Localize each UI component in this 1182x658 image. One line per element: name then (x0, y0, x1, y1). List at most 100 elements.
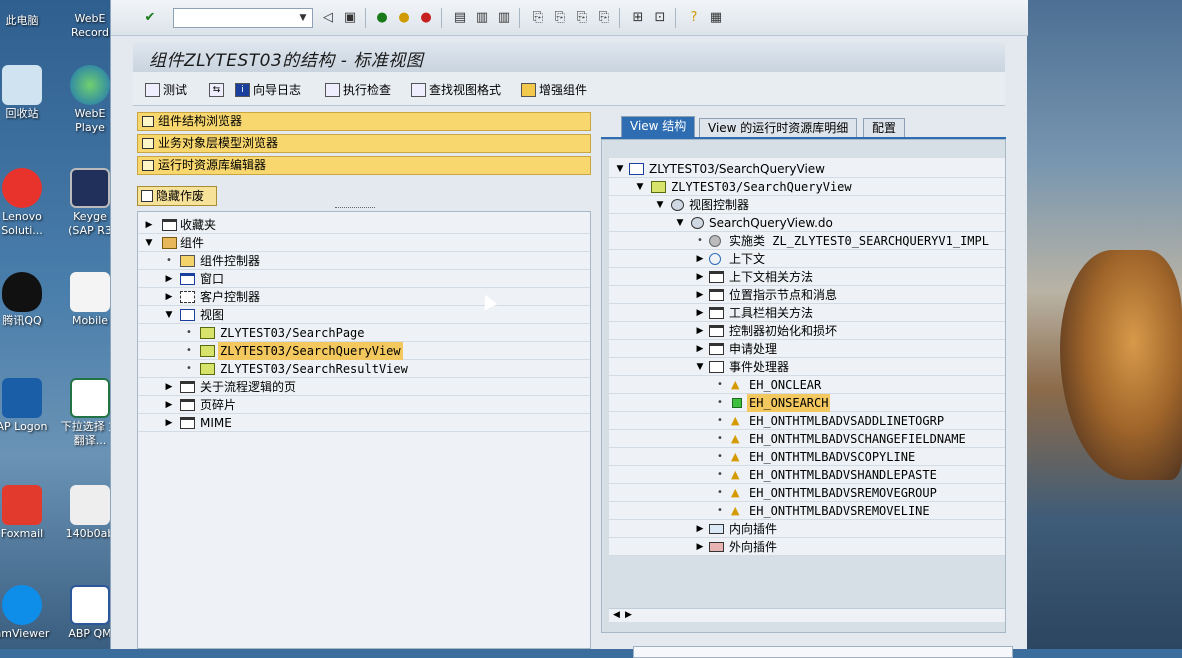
run-check-button[interactable]: 执行检查 (325, 80, 391, 100)
tab-runtime-repository[interactable]: View 的运行时资源库明细 (699, 118, 858, 138)
tree-node-event[interactable]: • ▲ EH_ONTHTMLBADVSHANDLEPASTE (609, 466, 1005, 484)
find-next-icon[interactable]: ▥ (495, 9, 513, 27)
tree-node-outbound-plugs[interactable]: ▶ 外向插件 (609, 538, 1005, 556)
tree-node-component[interactable]: ▼ 组件 (138, 234, 590, 252)
back-arrow-icon[interactable]: ◁ (319, 9, 337, 27)
tree-node-impl-class[interactable]: • 实施类 ZL_ZLYTEST0_SEARCHQUERYV1_IMPL (609, 232, 1005, 250)
desktop-icon-teamviewer[interactable]: amViewer (0, 585, 52, 641)
tree-node-event-handlers[interactable]: ▼ 事件处理器 (609, 358, 1005, 376)
hide-obsolete-button[interactable]: 隐藏作废 (137, 186, 217, 206)
tree-node-event[interactable]: • ▲ EH_ONTHTMLBADVSCOPYLINE (609, 448, 1005, 466)
horizontal-scrollbar[interactable]: ◀ ▶ (609, 608, 1005, 622)
component-structure-browser-link[interactable]: 组件结构浏览器 (137, 112, 591, 131)
back-icon[interactable]: ● (373, 9, 391, 27)
tree-node-view-searchqueryview[interactable]: • ZLYTEST03/SearchQueryView (138, 342, 590, 360)
expand-arrow-icon[interactable]: ▶ (695, 520, 705, 538)
tree-node-root[interactable]: ▼ ZLYTEST03/SearchQueryView (609, 160, 1005, 178)
new-session-icon[interactable]: ⊞ (629, 9, 647, 27)
scroll-left-icon[interactable]: ◀ (613, 609, 620, 622)
collapse-arrow-icon[interactable]: ▼ (675, 214, 685, 232)
tree-node-context-methods[interactable]: ▶ 上下文相关方法 (609, 268, 1005, 286)
expand-arrow-icon[interactable]: ▶ (164, 414, 174, 432)
expand-arrow-icon[interactable]: ▶ (695, 286, 705, 304)
desktop-icon-this-pc[interactable]: 此电脑 (0, 0, 52, 28)
tree-node-view-searchpage[interactable]: • ZLYTEST03/SearchPage (138, 324, 590, 342)
splitter-handle[interactable] (335, 207, 375, 210)
tree-node-event[interactable]: • ▲ EH_ONTHTMLBADVSCHANGEFIELDNAME (609, 430, 1005, 448)
find-view-format-button[interactable]: 查找视图格式 (411, 80, 501, 100)
tree-node-event[interactable]: • ▲ EH_ONTHTMLBADVSADDLINETOGRP (609, 412, 1005, 430)
expand-arrow-icon[interactable]: ▶ (164, 270, 174, 288)
expand-arrow-icon[interactable]: ▶ (695, 340, 705, 358)
tab-configuration[interactable]: 配置 (863, 118, 906, 138)
tree-node-event[interactable]: • ▲ EH_ONTHTMLBADVSREMOVELINE (609, 502, 1005, 520)
tree-node-event[interactable]: • ▲ EH_ONCLEAR (609, 376, 1005, 394)
exit-icon[interactable]: ● (395, 9, 413, 27)
desktop-icon-recycle-bin[interactable]: 回收站 (0, 65, 52, 121)
collapse-arrow-icon[interactable]: ▼ (164, 306, 174, 324)
tree-node-location-nodes[interactable]: ▶ 位置指示节点和消息 (609, 286, 1005, 304)
enter-icon[interactable]: ✔ (141, 9, 159, 27)
tree-node-controller-file[interactable]: ▼ SearchQueryView.do (609, 214, 1005, 232)
shortcut-icon[interactable]: ⊡ (651, 9, 669, 27)
help-icon[interactable]: ? (685, 9, 703, 27)
tree-node-event[interactable]: • ▲ EH_ONTHTMLBADVSREMOVEGROUP (609, 484, 1005, 502)
desktop-icon-foxmail[interactable]: Foxmail (0, 485, 52, 541)
tree-node-custom-controller[interactable]: ▶ 客户控制器 (138, 288, 590, 306)
expand-arrow-icon[interactable]: ▶ (695, 322, 705, 340)
tree-node-component-controller[interactable]: • 组件控制器 (138, 252, 590, 270)
collapse-arrow-icon[interactable]: ▼ (144, 234, 154, 252)
collapse-arrow-icon[interactable]: ▼ (695, 358, 705, 376)
cancel-icon[interactable]: ● (417, 9, 435, 27)
collapse-arrow-icon[interactable]: ▼ (635, 178, 645, 196)
tree-node-context[interactable]: ▶ 上下文 (609, 250, 1005, 268)
tree-node-inbound-plugs[interactable]: ▶ 内向插件 (609, 520, 1005, 538)
tree-node-request-processing[interactable]: ▶ 申请处理 (609, 340, 1005, 358)
previous-page-icon[interactable]: ⎘ (551, 9, 569, 27)
navigation-button[interactable]: ⇆ (209, 80, 229, 100)
command-field[interactable]: ▼ (173, 8, 313, 28)
expand-arrow-icon[interactable]: ▶ (695, 268, 705, 286)
collapse-arrow-icon[interactable]: ▼ (615, 160, 625, 178)
tree-node-window[interactable]: ▶ 窗口 (138, 270, 590, 288)
desktop-icon-lenovo[interactable]: Lenovo Soluti... (0, 168, 52, 238)
collapse-arrow-icon[interactable]: ▼ (655, 196, 665, 214)
test-button[interactable]: 测试 (145, 80, 187, 100)
tree-node-page-fragments[interactable]: ▶ 页碎片 (138, 396, 590, 414)
print-icon[interactable]: ▤ (451, 9, 469, 27)
tree-node-view-searchresultview[interactable]: • ZLYTEST03/SearchResultView (138, 360, 590, 378)
save-icon[interactable]: ▣ (341, 9, 359, 27)
tree-node-event-selected[interactable]: • EH_ONSEARCH (609, 394, 1005, 412)
next-page-icon[interactable]: ⎘ (573, 9, 591, 27)
tree-node-view[interactable]: ▼ ZLYTEST03/SearchQueryView (609, 178, 1005, 196)
runtime-repository-editor-link[interactable]: 运行时资源库编辑器 (137, 156, 591, 175)
scroll-right-icon[interactable]: ▶ (625, 609, 632, 622)
desktop-icon-qq[interactable]: 腾讯QQ (0, 272, 52, 328)
tree-node-mime[interactable]: ▶ MIME (138, 414, 590, 432)
tree-node-view-controller[interactable]: ▼ 视图控制器 (609, 196, 1005, 214)
enhance-component-button[interactable]: 增强组件 (521, 80, 587, 100)
tree-node-toolbar-methods[interactable]: ▶ 工具栏相关方法 (609, 304, 1005, 322)
tree-node-label: ZLYTEST03/SearchResultView (220, 362, 408, 376)
find-icon[interactable]: ▥ (473, 9, 491, 27)
layout-menu-icon[interactable]: ▦ (707, 9, 725, 27)
tree-node-process-logic-pages[interactable]: ▶ 关于流程逻辑的页 (138, 378, 590, 396)
expand-arrow-icon[interactable]: ▶ (695, 304, 705, 322)
expand-arrow-icon[interactable]: ▶ (144, 216, 154, 234)
chevron-down-icon[interactable]: ▼ (296, 11, 310, 25)
desktop-icon-sap-logon[interactable]: AP Logon (0, 378, 52, 434)
tree-node-favorites[interactable]: ▶ 收藏夹 (138, 216, 590, 234)
expand-arrow-icon[interactable]: ▶ (695, 250, 705, 268)
expand-arrow-icon[interactable]: ▶ (164, 288, 174, 306)
expand-arrow-icon[interactable]: ▶ (164, 378, 174, 396)
expand-arrow-icon[interactable]: ▶ (164, 396, 174, 414)
expand-arrow-icon[interactable]: ▶ (695, 538, 705, 556)
wizard-log-button[interactable]: i 向导日志 (235, 80, 301, 100)
first-page-icon[interactable]: ⎘ (529, 9, 547, 27)
bottom-input-field[interactable] (633, 646, 1013, 658)
tree-node-controller-init[interactable]: ▶ 控制器初始化和损坏 (609, 322, 1005, 340)
tab-view-structure[interactable]: View 结构 (621, 116, 696, 138)
last-page-icon[interactable]: ⎘ (595, 9, 613, 27)
bol-model-browser-link[interactable]: 业务对象层模型浏览器 (137, 134, 591, 153)
tree-node-views[interactable]: ▼ 视图 (138, 306, 590, 324)
